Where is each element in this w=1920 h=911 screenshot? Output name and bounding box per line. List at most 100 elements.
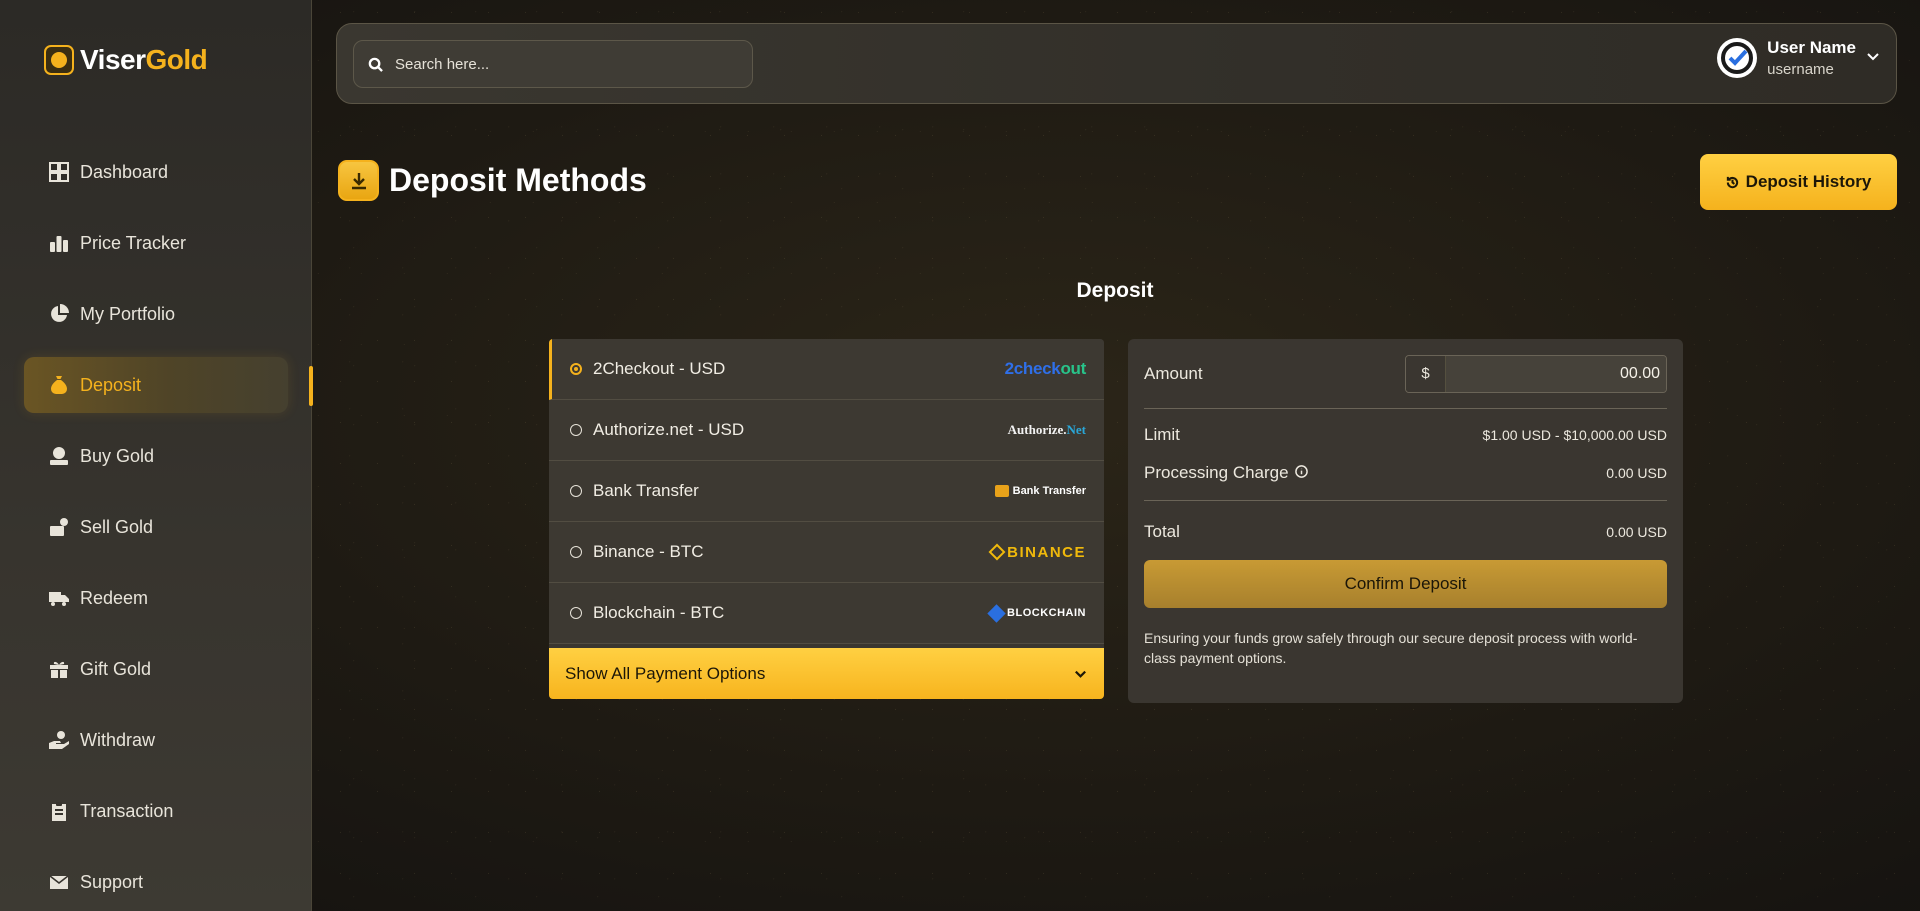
user-name: User Name — [1767, 38, 1856, 57]
truck-icon — [48, 587, 70, 609]
sidebar-item-gift-gold[interactable]: Gift Gold — [24, 641, 288, 697]
avatar — [1717, 38, 1758, 78]
sidebar-item-label: Support — [80, 871, 144, 892]
page-title: Deposit Methods — [389, 162, 647, 198]
sidebar-item-dashboard[interactable]: Dashboard — [24, 144, 288, 200]
user-handle: username — [1767, 61, 1834, 78]
amount-label: Amount — [1144, 363, 1203, 383]
2checkout-logo: 2checkout — [1004, 359, 1087, 378]
sidebar-item-transaction[interactable]: Transaction — [24, 783, 288, 839]
sidebar-item-label: Redeem — [80, 587, 149, 608]
method-name: Bank Transfer — [593, 481, 699, 500]
gift-icon — [48, 658, 70, 680]
sidebar-item-label: Sell Gold — [80, 516, 154, 537]
processing-charge-row: Processing Charge 0.00 USD — [1144, 459, 1667, 487]
sidebar-item-buy-gold[interactable]: Buy Gold — [24, 428, 288, 484]
search-input[interactable] — [395, 55, 715, 73]
payment-method-binance[interactable]: Binance - BTC BINANCE — [549, 522, 1104, 583]
show-all-label: Show All Payment Options — [565, 663, 766, 683]
chevron-down-icon — [1075, 670, 1086, 678]
sidebar-item-label: Dashboard — [80, 161, 169, 182]
total-row: Total 0.00 USD — [1144, 517, 1667, 547]
verified-check-icon — [1721, 42, 1754, 74]
currency-symbol: $ — [1406, 355, 1446, 392]
bank-transfer-logo: Bank Transfer — [994, 485, 1086, 497]
amount-row: Amount $ — [1144, 339, 1667, 409]
info-icon[interactable] — [1294, 463, 1308, 483]
authorize-net-logo: Authorize.Net — [1007, 422, 1086, 437]
deposit-summary-panel: Amount $ Limit $1.00 USD - $10,000.00 US… — [1128, 339, 1683, 703]
divider — [1144, 500, 1667, 501]
payment-method-authorize-net[interactable]: Authorize.net - USD Authorize.Net — [549, 400, 1104, 461]
radio-selected[interactable] — [570, 363, 582, 375]
method-name: Authorize.net - USD — [593, 420, 745, 439]
deposit-history-label: Deposit History — [1745, 172, 1872, 191]
download-icon — [338, 160, 379, 201]
amount-field: $ — [1405, 354, 1667, 393]
active-nav-indicator — [309, 366, 313, 406]
section-heading: Deposit — [1076, 279, 1154, 302]
limit-value: $1.00 USD - $10,000.00 USD — [1482, 427, 1667, 443]
bar-chart-icon — [48, 232, 70, 254]
sidebar-item-label: Buy Gold — [80, 445, 155, 466]
payment-method-2checkout[interactable]: 2Checkout - USD 2checkout — [549, 339, 1104, 400]
total-value: 0.00 USD — [1606, 524, 1667, 540]
chevron-down-icon[interactable] — [1866, 49, 1880, 68]
deposit-history-button[interactable]: Deposit History — [1700, 154, 1897, 210]
sidebar-nav: Dashboard Price Tracker My Portfolio Dep… — [24, 144, 288, 911]
confirm-deposit-button[interactable]: Confirm Deposit — [1144, 560, 1667, 608]
hand-coin-icon — [48, 729, 70, 751]
binance-logo: BINANCE — [988, 543, 1086, 561]
show-all-payment-options-button[interactable]: Show All Payment Options — [549, 648, 1104, 699]
amount-input[interactable] — [1446, 355, 1666, 392]
limit-label: Limit — [1144, 425, 1180, 444]
binance-diamond-icon — [988, 543, 1006, 561]
sidebar-item-label: Price Tracker — [80, 232, 187, 253]
sidebar-item-redeem[interactable]: Redeem — [24, 570, 288, 626]
sidebar-item-sell-gold[interactable]: Sell Gold — [24, 499, 288, 555]
processing-charge-value: 0.00 USD — [1606, 465, 1667, 481]
pie-chart-icon — [48, 303, 70, 325]
processing-charge-label-group: Processing Charge — [1144, 463, 1308, 483]
money-bag-icon — [48, 374, 70, 396]
top-bar: User Name username — [336, 23, 1897, 104]
method-name: Blockchain - BTC — [593, 603, 725, 622]
search-icon — [368, 57, 383, 72]
dashboard-icon — [48, 161, 70, 183]
sidebar-item-deposit[interactable]: Deposit — [24, 357, 288, 413]
payment-methods-list: 2Checkout - USD 2checkout Authorize.net … — [549, 339, 1104, 699]
deposit-note: Ensuring your funds grow safely through … — [1144, 630, 1638, 666]
radio-unselected[interactable] — [570, 424, 582, 436]
sidebar: Viser Gold Dashboard Price Tracker My Por… — [0, 0, 312, 911]
radio-unselected[interactable] — [570, 546, 582, 558]
blockchain-logo: BLOCKCHAIN — [987, 603, 1086, 623]
brand-logo[interactable]: Viser Gold — [44, 44, 208, 76]
sidebar-item-label: Withdraw — [80, 729, 156, 750]
gold-coin-icon — [44, 45, 74, 75]
envelope-icon — [48, 871, 70, 893]
sidebar-item-label: Deposit — [80, 374, 142, 395]
total-label: Total — [1144, 522, 1180, 541]
sidebar-item-label: Transaction — [80, 800, 174, 821]
page-title-group: Deposit Methods — [338, 160, 647, 201]
clipboard-icon — [48, 800, 70, 822]
sidebar-item-price-tracker[interactable]: Price Tracker — [24, 215, 288, 271]
user-menu[interactable]: User Name username — [1717, 38, 1880, 78]
bank-icon — [994, 485, 1009, 497]
radio-unselected[interactable] — [570, 607, 582, 619]
buy-gold-icon — [48, 445, 70, 467]
brand-name-part2: Gold — [145, 44, 208, 75]
sidebar-item-withdraw[interactable]: Withdraw — [24, 712, 288, 768]
method-name: Binance - BTC — [593, 542, 704, 561]
radio-unselected[interactable] — [570, 485, 582, 497]
payment-method-blockchain[interactable]: Blockchain - BTC BLOCKCHAIN — [549, 583, 1104, 644]
limit-row: Limit $1.00 USD - $10,000.00 USD — [1144, 421, 1667, 449]
blockchain-cube-icon — [987, 603, 1006, 623]
processing-charge-label: Processing Charge — [1144, 463, 1289, 482]
sell-gold-icon — [48, 516, 70, 538]
sidebar-item-support[interactable]: Support — [24, 854, 288, 910]
method-name: 2Checkout - USD — [593, 359, 726, 378]
payment-method-bank-transfer[interactable]: Bank Transfer Bank Transfer — [549, 461, 1104, 522]
sidebar-item-label: My Portfolio — [80, 303, 176, 324]
sidebar-item-label: Gift Gold — [80, 658, 152, 679]
